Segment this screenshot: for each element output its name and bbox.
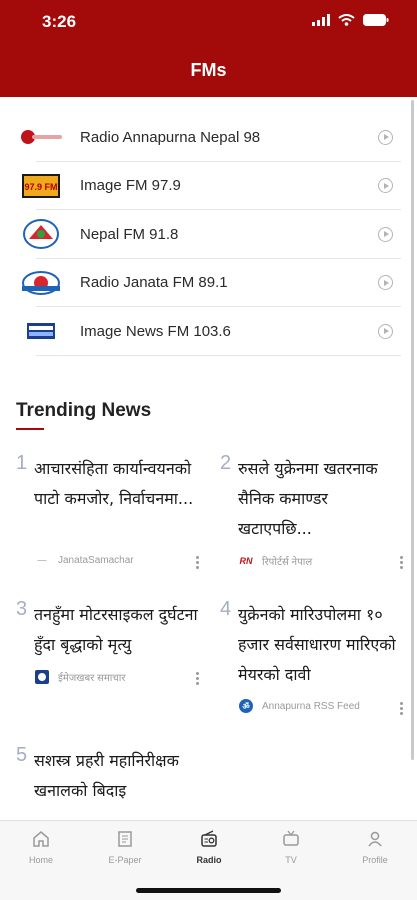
source-name: ईमेजखबर समाचार bbox=[58, 673, 126, 684]
news-rank: 1 bbox=[16, 452, 28, 474]
fm-item-nepal-fm[interactable]: Nepal FM 91.8 bbox=[0, 210, 417, 259]
news-headline[interactable]: आचारसंहिता कार्यान्वयनको पाटो कमजोर, निर… bbox=[34, 454, 199, 514]
profile-icon bbox=[365, 829, 385, 849]
source-logo: RN bbox=[239, 556, 253, 566]
news-source: ईमेजखबर समाचार bbox=[34, 670, 125, 684]
news-rank: 5 bbox=[16, 744, 28, 766]
nepal-fm-logo bbox=[18, 217, 64, 251]
tab-label: Home bbox=[28, 855, 53, 865]
fm-item-radio-janata[interactable]: Radio Janata FM 89.1 bbox=[0, 259, 417, 307]
image-news-fm-logo bbox=[18, 314, 64, 348]
news-item[interactable]: 3 तनहुँमा मोटरसाइकल दुर्घटना हुँदा बृद्ध… bbox=[16, 598, 199, 698]
home-indicator[interactable] bbox=[136, 888, 281, 893]
tab-tv[interactable]: TV bbox=[256, 829, 326, 865]
status-time: 3:26 bbox=[42, 12, 77, 31]
trending-title: Trending News bbox=[16, 400, 152, 421]
trending-underline bbox=[16, 428, 44, 430]
fm-item-label: Radio Janata FM 89.1 bbox=[80, 274, 228, 292]
fm-item-image-news-fm[interactable]: Image News FM 103.6 bbox=[0, 307, 417, 356]
tab-home[interactable]: Home bbox=[6, 829, 76, 865]
tab-label: E-Paper bbox=[108, 855, 142, 865]
news-item[interactable]: 2 रुसले युक्रेनमा खतरनाक सैनिक कमाण्डर ख… bbox=[220, 452, 403, 582]
fm-item-label: Nepal FM 91.8 bbox=[80, 225, 179, 243]
tab-epaper[interactable]: E-Paper bbox=[90, 829, 160, 865]
status-bar: 3:26 bbox=[0, 0, 417, 48]
source-name: JanataSamachar bbox=[58, 554, 134, 566]
fm-item-radio-annapurna[interactable]: Radio Annapurna Nepal 98 bbox=[0, 113, 417, 162]
news-rank: 4 bbox=[220, 598, 232, 620]
tab-label: TV bbox=[285, 855, 297, 865]
news-rank: 3 bbox=[16, 598, 28, 620]
more-options-icon[interactable] bbox=[194, 672, 200, 685]
fm-item-label: Image News FM 103.6 bbox=[80, 322, 231, 340]
source-name: रिपोर्टर्स नेपाल bbox=[262, 557, 313, 568]
news-headline[interactable]: तनहुँमा मोटरसाइकल दुर्घटना हुँदा बृद्धाक… bbox=[34, 600, 199, 660]
signal-icon bbox=[312, 14, 330, 26]
status-icons bbox=[312, 14, 389, 26]
wifi-icon bbox=[338, 14, 355, 26]
news-source: RN रिपोर्टर्स नेपाल bbox=[238, 554, 313, 568]
more-options-icon[interactable] bbox=[398, 556, 404, 569]
news-headline[interactable]: सशस्त्र प्रहरी महानिरीक्षक खनालको बिदाइ bbox=[34, 746, 199, 806]
tv-icon bbox=[281, 829, 301, 849]
source-logo bbox=[34, 670, 50, 684]
tab-label: Radio bbox=[196, 855, 222, 865]
news-source: ॐ Annapurna RSS Feed bbox=[238, 699, 360, 713]
fm-list: Radio Annapurna Nepal 98 97.9 FM Image F… bbox=[0, 113, 417, 356]
play-icon[interactable] bbox=[378, 178, 393, 194]
tab-radio[interactable]: Radio bbox=[174, 829, 244, 865]
app-header: 3:26 FMs bbox=[0, 0, 417, 97]
fm-item-label: Radio Annapurna Nepal 98 bbox=[80, 128, 261, 146]
news-item[interactable]: 5 सशस्त्र प्रहरी महानिरीक्षक खनालको बिदा… bbox=[16, 744, 196, 816]
svg-text:ॐ: ॐ bbox=[242, 702, 250, 711]
fm-item-image-fm[interactable]: 97.9 FM Image FM 97.9 bbox=[0, 162, 417, 210]
play-icon[interactable] bbox=[378, 275, 393, 291]
play-icon[interactable] bbox=[378, 129, 393, 145]
source-logo: — bbox=[37, 555, 47, 565]
epaper-icon bbox=[115, 829, 135, 849]
play-icon[interactable] bbox=[378, 226, 393, 242]
source-name: Annapurna RSS Feed bbox=[262, 700, 360, 712]
image-fm-logo: 97.9 FM bbox=[18, 169, 64, 203]
news-rank: 2 bbox=[220, 452, 232, 474]
news-item[interactable]: 4 युक्रेनको मारिउपोलमा १० हजार सर्वसाधार… bbox=[220, 598, 403, 728]
news-headline[interactable]: रुसले युक्रेनमा खतरनाक सैनिक कमाण्डर खटा… bbox=[238, 454, 403, 544]
play-icon[interactable] bbox=[378, 323, 393, 339]
divider bbox=[36, 354, 401, 356]
tab-profile[interactable]: Profile bbox=[340, 829, 410, 865]
home-icon bbox=[31, 829, 51, 849]
more-options-icon[interactable] bbox=[398, 702, 404, 715]
battery-icon bbox=[363, 14, 389, 26]
news-source: — JanataSamachar bbox=[34, 554, 134, 566]
news-headline[interactable]: युक्रेनको मारिउपोलमा १० हजार सर्वसाधारण … bbox=[238, 600, 403, 690]
radio-annapurna-logo bbox=[18, 120, 64, 154]
radio-janata-logo bbox=[18, 266, 64, 300]
page-title: FMs bbox=[190, 60, 227, 80]
image-fm-logo-text: 97.9 FM bbox=[24, 182, 57, 192]
tab-label: Profile bbox=[362, 855, 388, 865]
news-item[interactable]: 1 आचारसंहिता कार्यान्वयनको पाटो कमजोर, न… bbox=[16, 452, 199, 582]
fm-item-label: Image FM 97.9 bbox=[80, 177, 181, 195]
more-options-icon[interactable] bbox=[194, 556, 200, 569]
source-logo: ॐ bbox=[238, 699, 254, 713]
radio-icon bbox=[199, 829, 219, 849]
